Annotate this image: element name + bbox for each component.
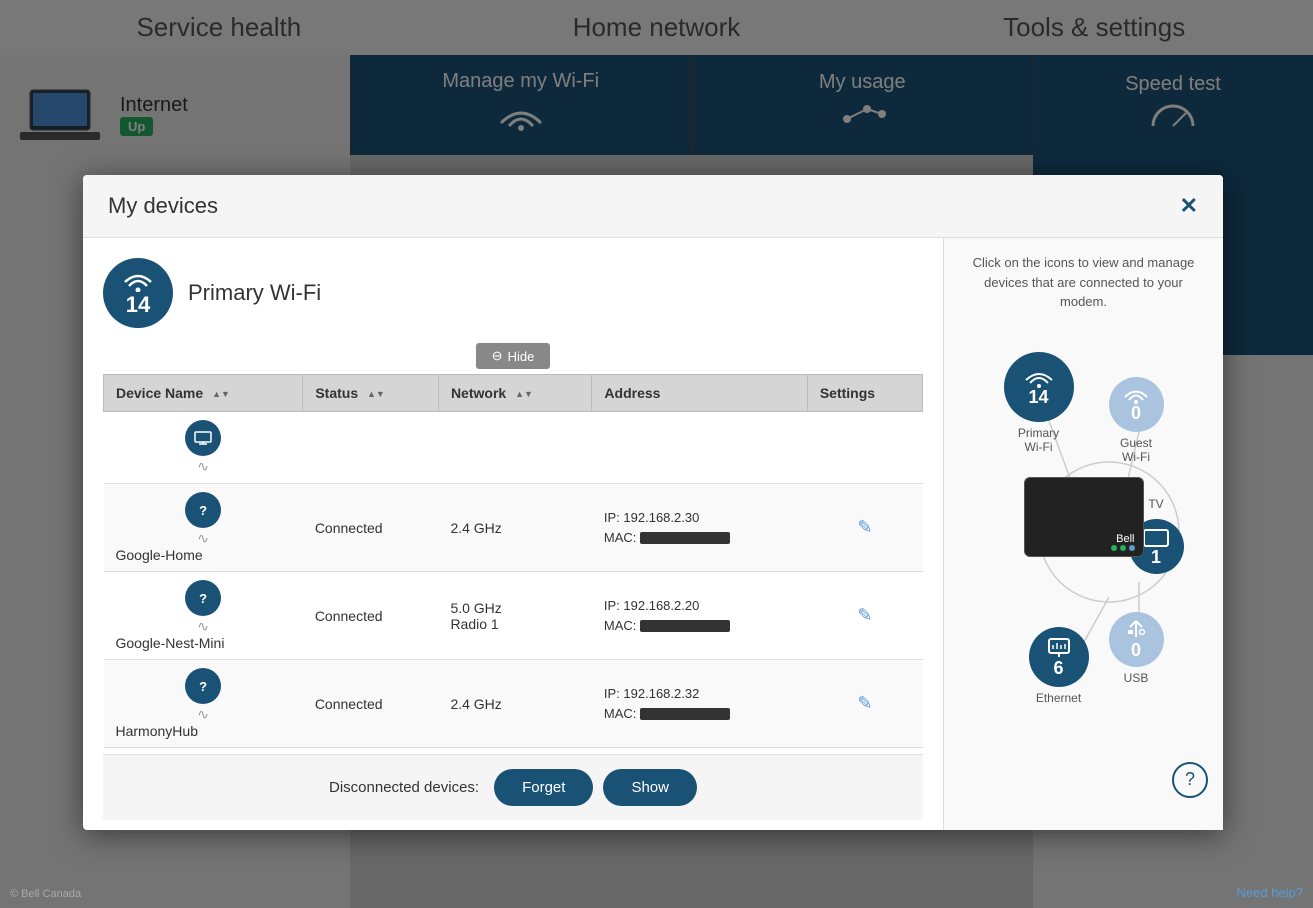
minus-icon: ⊖ [492,348,503,364]
sort-arrows-network[interactable]: ▲▼ [515,390,533,399]
disconnected-label: Disconnected devices: [329,779,479,796]
edit-icon-1[interactable]: ✎ [857,605,872,625]
network-cell-1: 5.0 GHzRadio 1 [438,572,591,660]
wifi-section-label: Primary Wi-Fi [188,280,321,306]
device-icon-0[interactable]: ? [185,492,221,528]
ethernet-circle-node[interactable]: 6 [1029,627,1089,687]
edit-icon-0[interactable]: ✎ [857,517,872,537]
usb-node[interactable]: 0 USB [1109,612,1164,685]
device-icon-2[interactable]: ? [185,668,221,704]
wifi-signal-icon: ∿ [197,458,209,475]
my-devices-modal: My devices ✕ 14 Primary Wi-Fi [83,175,1223,830]
devices-table: Device Name ▲▼ Status ▲▼ Network ▲▼ [103,374,923,754]
primary-wifi-label: PrimaryWi-Fi [1018,426,1059,454]
mac-bar-2 [640,708,730,720]
table-header-row: Device Name ▲▼ Status ▲▼ Network ▲▼ [104,375,923,412]
modal-close-button[interactable]: ✕ [1180,193,1198,219]
network-cell-2: 2.4 GHz [438,660,591,748]
table-row: ? ∿ Google-Nest-Mini Connected 5.0 GHzRa… [104,572,923,660]
col-network[interactable]: Network ▲▼ [438,375,591,412]
col-device-name[interactable]: Device Name ▲▼ [104,375,303,412]
table-row: ? ∿ HarmonyHub Connected 2.4 GHz IP: 192… [104,660,923,748]
wifi-section-header: 14 Primary Wi-Fi [103,258,923,328]
hide-button[interactable]: ⊖ Hide [476,343,551,369]
modem-brand-label: Bell [1116,533,1134,545]
col-settings: Settings [807,375,922,412]
hide-button-row: ⊖ Hide [103,343,923,369]
wifi-signal-0: ∿ [197,530,209,547]
mac-bar-0 [640,532,730,544]
ethernet-label: Ethernet [1036,691,1081,705]
usb-label: USB [1124,671,1149,685]
modem-light-2 [1120,545,1126,551]
modem-device[interactable]: Bell [1024,477,1144,557]
device-icon-1[interactable]: ? [185,580,221,616]
mac-bar-1 [640,620,730,632]
guest-wifi-circle-node[interactable]: 0 [1109,377,1164,432]
sort-arrows-name[interactable]: ▲▼ [212,390,230,399]
status-cell-2: Connected [303,660,439,748]
modal-main-content: 14 Primary Wi-Fi ⊖ Hide Device Name [83,238,943,830]
modem-light-3 [1129,545,1135,551]
col-status[interactable]: Status ▲▼ [303,375,439,412]
modal-footer: Disconnected devices: Forget Show [103,754,923,820]
guest-wifi-node[interactable]: 0 GuestWi-Fi [1109,377,1164,464]
address-cell-0: IP: 192.168.2.30 MAC: [592,484,807,572]
modal-header: My devices ✕ [83,175,1223,238]
primary-wifi-circle[interactable]: 14 [103,258,173,328]
col-address: Address [592,375,807,412]
sort-arrows-status[interactable]: ▲▼ [367,390,385,399]
wifi-signal-1: ∿ [197,618,209,635]
wifi-signal-2: ∿ [197,706,209,723]
modal-body: 14 Primary Wi-Fi ⊖ Hide Device Name [83,238,1223,830]
modal-sidebar: Click on the icons to view and manage de… [943,238,1223,830]
status-cell-0: Connected [303,484,439,572]
help-button[interactable]: ? [1172,762,1208,798]
show-button[interactable]: Show [603,769,697,806]
need-help-link[interactable]: Need help? [1237,885,1304,900]
guest-wifi-label: GuestWi-Fi [1120,436,1152,464]
ethernet-node[interactable]: 6 Ethernet [1029,627,1089,705]
table-row: ? ∿ Google-Home Connected 2.4 GHz IP: 19… [104,484,923,572]
table-row: ∿ [104,412,923,484]
network-diagram: 14 PrimaryWi-Fi 0 GuestWi-Fi [964,332,1204,752]
devices-table-scroll[interactable]: Device Name ▲▼ Status ▲▼ Network ▲▼ [103,374,923,754]
status-cell-1: Connected [303,572,439,660]
device-name-1: Google-Nest-Mini [116,635,225,651]
modem-lights [1111,545,1135,551]
modal-title: My devices [108,193,218,219]
primary-wifi-circle-node[interactable]: 14 [1004,352,1074,422]
edit-icon-2[interactable]: ✎ [857,693,872,713]
address-cell-2: IP: 192.168.2.32 MAC: [592,660,807,748]
network-cell-0: 2.4 GHz [438,484,591,572]
tv-label: TV [1148,497,1163,511]
device-icon[interactable] [185,420,221,456]
usb-circle-node[interactable]: 0 [1109,612,1164,667]
device-name-0: Google-Home [116,547,203,563]
primary-wifi-node[interactable]: 14 PrimaryWi-Fi [1004,352,1074,454]
address-cell-1: IP: 192.168.2.20 MAC: [592,572,807,660]
copyright-footer: © Bell Canada [10,888,81,900]
device-name-2: HarmonyHub [116,723,198,739]
forget-button[interactable]: Forget [494,769,593,806]
sidebar-help-text: Click on the icons to view and manage de… [959,253,1208,312]
modem-light-1 [1111,545,1117,551]
